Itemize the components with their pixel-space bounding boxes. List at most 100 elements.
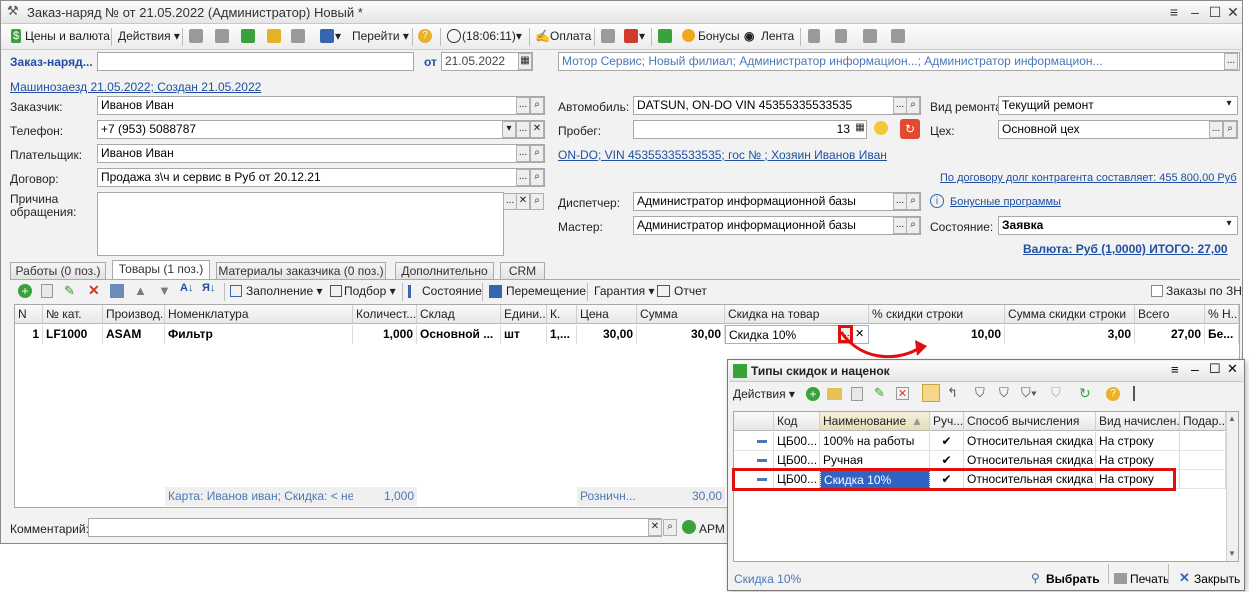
column-header[interactable]: Склад [417,305,501,324]
master-select-button[interactable]: ... [893,217,907,234]
column-header[interactable]: Цена [577,305,637,324]
calculator-icon[interactable]: ▦ [853,121,867,138]
filter-off-icon[interactable]: ⛉ [1051,385,1061,401]
refresh-icon[interactable]: ↻ [1079,385,1091,402]
table-row[interactable]: 1 LF1000 ASAM Фильтр 1,000 Основной ... … [15,325,1239,344]
help-icon[interactable]: ? [418,29,432,43]
column-header[interactable]: Код [774,412,820,431]
table-icon[interactable] [891,29,905,43]
fill-menu[interactable]: Заполнение ▾ [246,283,323,300]
shop-field[interactable]: Основной цех [998,120,1238,139]
export-dropdown[interactable]: ▾ [335,28,341,45]
warranty-menu[interactable]: Гарантия ▾ [594,283,655,300]
popup-menu-icon[interactable]: ≡ [1171,362,1179,377]
delete-icon[interactable]: ✕ [88,282,100,299]
repair-dropdown-icon[interactable]: ▾ [1222,97,1236,114]
minimize-icon[interactable]: – [1187,4,1203,20]
sort-desc-icon[interactable]: Я↓ [202,282,215,294]
column-header[interactable]: Количест... [353,305,417,324]
popup-maximize-icon[interactable]: ☐ [1209,361,1221,377]
refresh-mileage-icon[interactable]: ↻ [900,119,920,139]
disabled-icon[interactable] [863,29,877,43]
column-header[interactable]: Способ вычисления [964,412,1096,431]
payer-select-button[interactable]: ... [516,145,530,162]
shop-open-icon[interactable]: ⌕ [1223,121,1237,138]
bonus-programs-link[interactable]: Бонусные программы [950,196,1061,208]
level-up-icon[interactable]: ↰ [947,385,958,401]
popup-edit-icon[interactable]: ✎ [874,385,885,401]
hierarchy-icon[interactable] [922,384,940,402]
prices-button[interactable]: Цены и валюта [25,28,110,45]
car-field[interactable]: DATSUN, ON-DO VIN 45355335533535 [633,96,921,115]
save-row-icon[interactable] [110,284,124,298]
contract-open-icon[interactable]: ⌕ [530,169,544,186]
customer-field[interactable]: Иванов Иван [97,96,545,115]
debt-link[interactable]: По договору долг контрагента составляет:… [940,172,1237,184]
save-icon[interactable] [215,29,229,43]
actions-menu[interactable]: Действия ▾ [118,28,180,45]
payer-open-icon[interactable]: ⌕ [530,145,544,162]
phone-clear-icon[interactable]: ✕ [530,121,544,138]
document-icon[interactable] [267,29,281,43]
gift-icon[interactable] [624,29,638,43]
column-header-sorted[interactable]: Наименование ▲ [820,412,930,431]
copy-icon[interactable] [241,29,255,43]
reason-textarea[interactable] [97,192,504,256]
post-icon[interactable] [189,29,203,43]
column-header[interactable]: Подар... [1180,412,1226,431]
scroll-up-icon[interactable]: ▲ [1228,414,1236,423]
column-header[interactable]: Номенклатура [165,305,353,324]
order-number-field[interactable] [97,52,414,71]
popup-add-icon[interactable]: + [806,387,820,401]
filter-menu-icon[interactable]: ⛉▾ [1021,385,1037,401]
dispatcher-field[interactable]: Администратор информационной базы [633,192,921,211]
column-header[interactable]: % Н... [1205,305,1239,324]
arrival-link[interactable]: Машинозаезд 21.05.2022; Создан 21.05.202… [10,80,261,94]
column-header[interactable]: № кат. [43,305,103,324]
filter-value-icon[interactable]: ⛉ [999,385,1009,401]
comment-clear-icon[interactable]: ✕ [648,519,662,536]
filter-icon[interactable]: ⛉ [975,385,985,401]
move-button[interactable]: Перемещение [506,283,586,300]
column-header[interactable]: Вид начислен... [1096,412,1180,431]
master-open-icon[interactable]: ⌕ [906,217,920,234]
list-item[interactable]: ЦБ00... 100% на работы ✔ Относительная с… [734,432,1226,451]
calendar-icon[interactable]: ▦ [518,53,532,70]
tab-additional[interactable]: Дополнительно [395,262,494,279]
contract-field[interactable]: Продажа з\ч и сервис в Руб от 20.12.21 [97,168,545,187]
bonuses-button[interactable]: Бонусы [698,28,740,45]
state-button[interactable]: Состояние [422,283,482,300]
column-header[interactable]: Производ... [103,305,165,324]
customer-select-button[interactable]: ... [516,97,530,114]
repair-type-field[interactable]: Текущий ремонт [998,96,1238,115]
time-button[interactable]: (18:06:11)▾ [462,28,522,45]
add-folder-icon[interactable] [827,388,842,400]
column-header[interactable]: К. [547,305,577,324]
car-open-icon[interactable]: ⌕ [906,97,920,114]
print-icon[interactable] [291,29,305,43]
list-icon[interactable] [835,29,847,43]
column-header[interactable]: Руч... [930,412,964,431]
tab-goods[interactable]: Товары (1 поз.) [112,260,210,279]
reason-clear-icon[interactable]: ✕ [516,193,530,210]
organization-field[interactable]: Мотор Сервис; Новый филиал; Администрато… [558,52,1240,71]
state-dropdown-icon[interactable]: ▾ [1222,217,1236,234]
bulb-icon[interactable] [874,121,888,135]
popup-close-icon[interactable]: ✕ [1227,361,1238,377]
customer-open-icon[interactable]: ⌕ [530,97,544,114]
menu-icon[interactable]: ≡ [1166,4,1182,20]
select-button[interactable]: Выбрать [1046,572,1100,586]
payer-field[interactable]: Иванов Иван [97,144,545,163]
export-icon[interactable] [320,29,334,43]
dispatcher-open-icon[interactable]: ⌕ [906,193,920,210]
reason-select-button[interactable]: ... [503,193,517,210]
column-header[interactable]: Сумма [637,305,725,324]
popup-delete-icon[interactable]: ✕ [896,387,909,400]
popup-copy-icon[interactable] [851,387,863,401]
contract-select-button[interactable]: ... [516,169,530,186]
print-button[interactable]: Печать [1130,572,1169,586]
shop-select-button[interactable]: ... [1209,121,1223,138]
arm-button[interactable]: АРМ [699,522,725,536]
popup-actions-menu[interactable]: Действия ▾ [733,386,795,403]
car-owner-link[interactable]: ON-DO; VIN 45355335533535; гос № ; Хозяи… [558,148,887,162]
